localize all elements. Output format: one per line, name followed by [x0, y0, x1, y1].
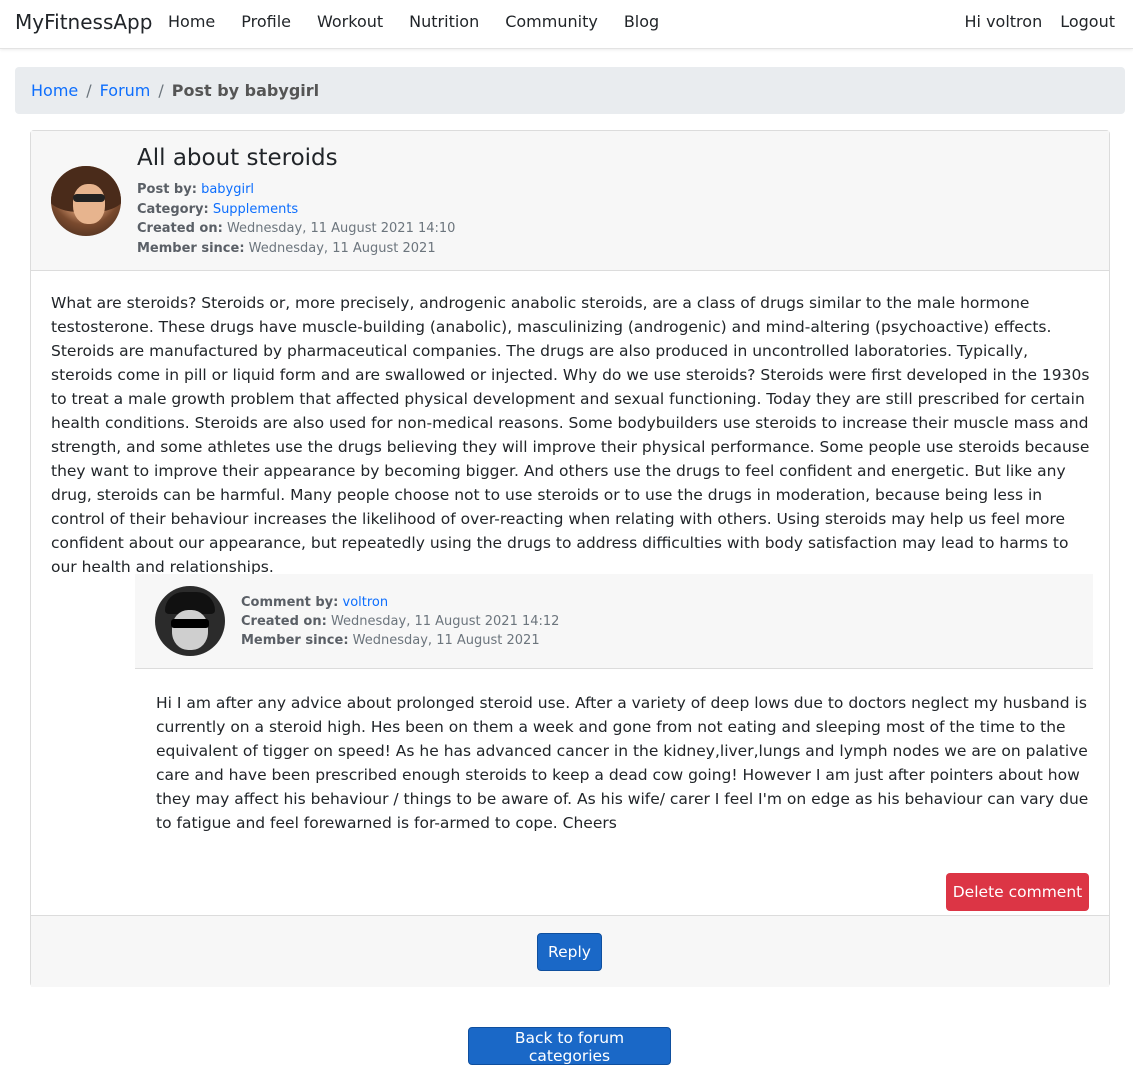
nav-workout[interactable]: Workout	[317, 12, 383, 31]
post-footer: Reply	[31, 915, 1109, 987]
breadcrumb-home[interactable]: Home	[31, 81, 78, 100]
nav-home[interactable]: Home	[168, 12, 215, 31]
comment-author-meta: Comment by: voltron	[241, 595, 388, 610]
post-member-meta: Member since: Wednesday, 11 August 2021	[137, 241, 436, 256]
post-by-label: Post by:	[137, 182, 197, 197]
breadcrumb-current: Post by babygirl	[171, 81, 320, 100]
created-label: Created on:	[137, 221, 223, 236]
comment-created-meta: Created on: Wednesday, 11 August 2021 14…	[241, 614, 559, 629]
post-author-meta: Post by: babygirl	[137, 182, 254, 197]
comment-created-label: Created on:	[241, 614, 327, 629]
post-category-meta: Category: Supplements	[137, 202, 298, 217]
post-card: All about steroids Post by: babygirl Cat…	[30, 130, 1110, 987]
comment-header: Comment by: voltron Created on: Wednesda…	[135, 574, 1093, 669]
comment-created-date: Wednesday, 11 August 2021 14:12	[330, 614, 560, 629]
post-author-link[interactable]: babygirl	[201, 182, 254, 197]
post-body: What are steroids? Steroids or, more pre…	[51, 294, 1090, 576]
delete-comment-button[interactable]: Delete comment	[946, 873, 1089, 911]
comment-body: Hi I am after any advice about prolonged…	[156, 694, 1089, 832]
breadcrumb: Home / Forum / Post by babygirl	[15, 67, 1125, 114]
brand-link[interactable]: MyFitnessApp	[15, 10, 152, 34]
post-created-meta: Created on: Wednesday, 11 August 2021 14…	[137, 221, 455, 236]
nav-blog[interactable]: Blog	[624, 12, 659, 31]
nav-community[interactable]: Community	[505, 12, 598, 31]
breadcrumb-separator: /	[158, 81, 164, 100]
post-category-link[interactable]: Supplements	[213, 202, 298, 217]
post-header: All about steroids Post by: babygirl Cat…	[31, 131, 1109, 271]
navbar: MyFitnessApp Home Profile Workout Nutrit…	[0, 0, 1133, 49]
nav-nutrition[interactable]: Nutrition	[409, 12, 479, 31]
comment-member-meta: Member since: Wednesday, 11 August 2021	[241, 633, 540, 648]
back-to-forum-categories-button[interactable]: Back to forum categories	[468, 1027, 671, 1065]
member-since-label: Member since:	[137, 241, 245, 256]
breadcrumb-forum[interactable]: Forum	[100, 81, 151, 100]
reply-button[interactable]: Reply	[537, 933, 602, 971]
comment-by-label: Comment by:	[241, 595, 339, 610]
comment-member-label: Member since:	[241, 633, 349, 648]
post-author-avatar	[51, 166, 121, 236]
nav-profile[interactable]: Profile	[241, 12, 291, 31]
category-label: Category:	[137, 202, 209, 217]
nav-links: Home Profile Workout Nutrition Community…	[168, 12, 659, 31]
logout-link[interactable]: Logout	[1060, 12, 1115, 31]
nav-user-area: Hi voltron Logout	[965, 12, 1115, 31]
comment-member-since: Wednesday, 11 August 2021	[352, 633, 540, 648]
post-created-date: Wednesday, 11 August 2021 14:10	[226, 221, 456, 236]
post-title: All about steroids	[137, 145, 338, 171]
comment-author-avatar	[155, 586, 225, 656]
comment-author-link[interactable]: voltron	[343, 595, 389, 610]
breadcrumb-separator: /	[86, 81, 92, 100]
post-member-since: Wednesday, 11 August 2021	[248, 241, 436, 256]
user-greeting: Hi voltron	[964, 12, 1043, 31]
